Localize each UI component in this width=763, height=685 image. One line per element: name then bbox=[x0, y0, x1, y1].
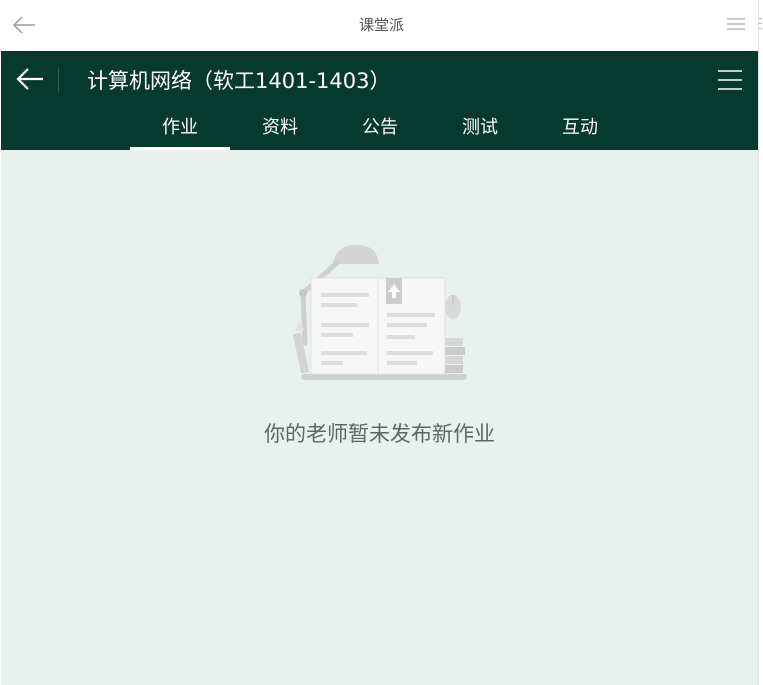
scrollbar-tick bbox=[759, 23, 762, 24]
window-scrollbar[interactable] bbox=[758, 0, 763, 685]
title-bar: 课堂派 bbox=[0, 0, 763, 50]
scrollbar-tick bbox=[759, 18, 762, 19]
window-menu-icon[interactable] bbox=[727, 16, 745, 32]
header-back-icon[interactable] bbox=[15, 65, 45, 93]
header-divider bbox=[58, 68, 59, 92]
app-window: 课堂派 计算机网络（软工1401-1403） 作业 资料 公告 测试 互动 你的… bbox=[0, 0, 763, 685]
course-header: 计算机网络（软工1401-1403） 作业 资料 公告 测试 互动 bbox=[1, 51, 758, 150]
course-tabs: 作业 资料 公告 测试 互动 bbox=[130, 109, 630, 150]
tab-tests[interactable]: 测试 bbox=[430, 109, 530, 150]
empty-state-message: 你的老师暂未发布新作业 bbox=[264, 422, 495, 446]
window-title: 课堂派 bbox=[358, 16, 404, 34]
header-menu-icon[interactable] bbox=[718, 68, 742, 92]
course-title: 计算机网络（软工1401-1403） bbox=[87, 69, 391, 93]
scrollbar-tick bbox=[759, 28, 762, 29]
tab-interaction[interactable]: 互动 bbox=[530, 109, 630, 150]
book-lamp-illustration bbox=[291, 243, 471, 385]
content-area: 你的老师暂未发布新作业 bbox=[1, 150, 758, 685]
tab-announcements[interactable]: 公告 bbox=[330, 109, 430, 150]
tab-materials[interactable]: 资料 bbox=[230, 109, 330, 150]
tab-homework[interactable]: 作业 bbox=[130, 109, 230, 150]
